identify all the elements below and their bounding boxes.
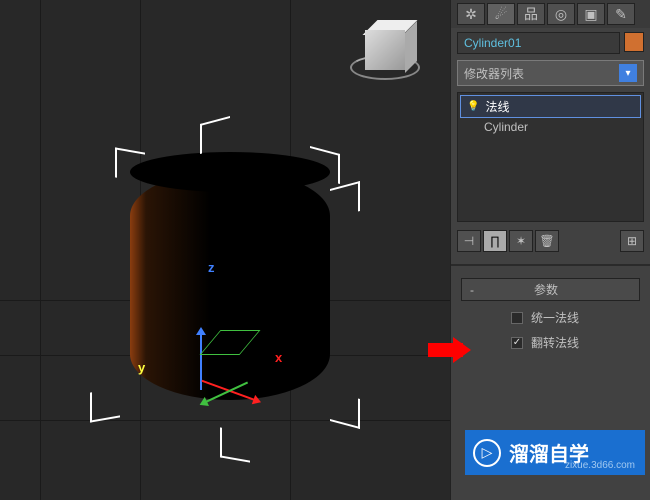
selection-corner [220, 427, 250, 462]
selection-corner [330, 181, 360, 219]
watermark-url: zixue.3d66.com [565, 460, 635, 471]
modifier-item-normals[interactable]: 💡 法线 [460, 95, 641, 118]
chevron-down-icon[interactable]: ▾ [619, 64, 637, 82]
remove-modifier-icon[interactable]: 🗑 [535, 230, 559, 252]
selection-corner [115, 147, 145, 182]
pin-stack-icon[interactable]: ⊣ [457, 230, 481, 252]
selection-corner [330, 391, 360, 429]
flip-normals-label: 翻转法线 [531, 334, 579, 351]
selection-corner [90, 387, 120, 422]
collapse-icon: - [470, 283, 474, 297]
lightbulb-icon[interactable]: 💡 [467, 101, 479, 112]
modifier-stack[interactable]: 💡 法线 Cylinder [457, 92, 644, 222]
show-end-result-icon[interactable]: ∏ [483, 230, 507, 252]
selection-corner [200, 116, 230, 154]
modifier-item-base[interactable]: Cylinder [460, 118, 641, 136]
watermark: ▷ 溜溜自学 zixue.3d66.com [465, 430, 645, 475]
hierarchy-tab-icon[interactable]: 品 [517, 3, 545, 25]
viewcube-front[interactable] [365, 30, 405, 70]
display-tab-icon[interactable]: ▣ [577, 3, 605, 25]
transform-gizmo[interactable]: z y x [200, 330, 260, 394]
viewport[interactable]: z y x [0, 0, 450, 500]
object-color-swatch[interactable] [624, 32, 644, 52]
configure-sets-icon[interactable]: ⊞ [620, 230, 644, 252]
axis-plane[interactable] [200, 330, 261, 355]
viewcube[interactable] [360, 25, 410, 75]
object-name-input[interactable]: Cylinder01 [457, 32, 620, 54]
modify-tab-icon[interactable]: ☄ [487, 3, 515, 25]
motion-tab-icon[interactable]: ◎ [547, 3, 575, 25]
unify-normals-label: 统一法线 [531, 309, 579, 326]
modifier-label: 法线 [485, 98, 509, 115]
grid-line [40, 0, 41, 500]
divider [451, 264, 650, 266]
utilities-tab-icon[interactable]: ✎ [607, 3, 635, 25]
unify-normals-checkbox[interactable] [511, 312, 523, 324]
annotation-arrow [428, 340, 478, 360]
flip-normals-checkbox[interactable] [511, 337, 523, 349]
play-icon: ▷ [473, 439, 501, 467]
stack-toolbar: ⊣ ∏ ✶ 🗑 ⊞ [451, 226, 650, 256]
panel-tabs: ✲ ☄ 品 ◎ ▣ ✎ [451, 0, 650, 28]
modifier-label: Cylinder [484, 120, 528, 134]
axis-label-y: y [138, 360, 145, 375]
axis-label-x: x [275, 350, 282, 365]
command-panel: ✲ ☄ 品 ◎ ▣ ✎ Cylinder01 修改器列表 ▾ 💡 法线 Cyli… [450, 0, 650, 500]
modifier-list-dropdown[interactable]: 修改器列表 ▾ [457, 60, 644, 86]
axis-label-z: z [208, 260, 215, 275]
rollout-title: 参数 [534, 281, 558, 298]
create-tab-icon[interactable]: ✲ [457, 3, 485, 25]
grid-line [0, 420, 450, 421]
make-unique-icon[interactable]: ✶ [509, 230, 533, 252]
modifier-list-label: 修改器列表 [464, 65, 619, 82]
parameters-rollout-header[interactable]: - 参数 [461, 278, 640, 301]
unify-normals-row: 统一法线 [451, 305, 650, 330]
